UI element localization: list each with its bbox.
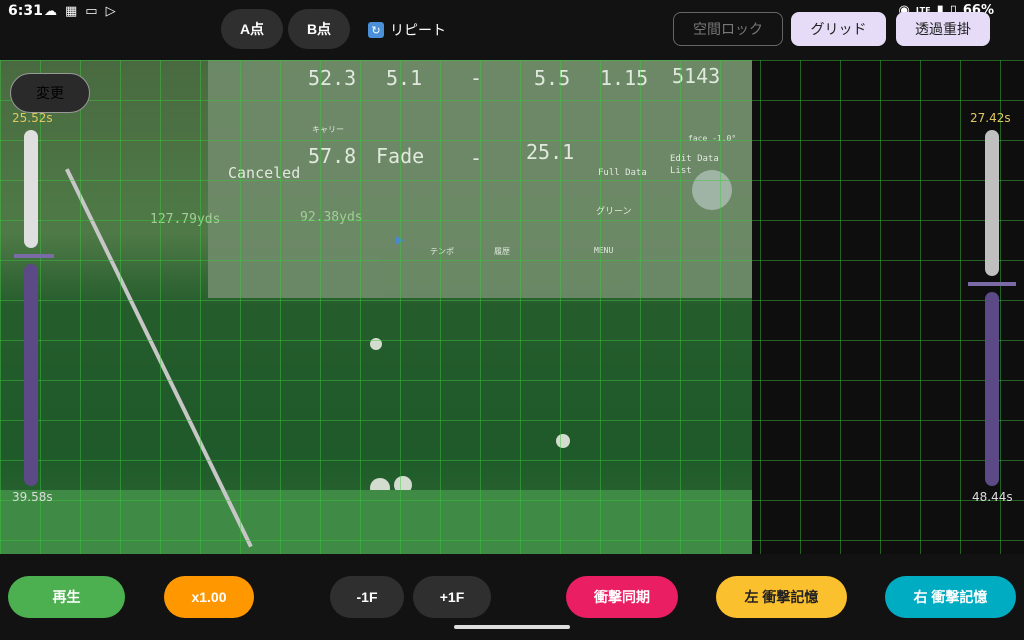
repeat-toggle[interactable]: ↻ リピート	[368, 20, 446, 40]
play-button[interactable]: 再生	[8, 576, 125, 618]
a-point-button[interactable]: A点	[221, 9, 283, 49]
grid-button[interactable]: グリッド	[791, 12, 886, 46]
repeat-icon: ↻	[368, 22, 384, 38]
space-lock-button[interactable]: 空間ロック	[673, 12, 783, 46]
empty-panel	[752, 60, 1024, 554]
left-slider-handle[interactable]	[14, 254, 54, 258]
minus-frame-button[interactable]: -1F	[330, 576, 404, 618]
b-point-button[interactable]: B点	[288, 9, 350, 49]
home-indicator[interactable]	[454, 625, 570, 629]
cloud-icon: ☁	[44, 4, 57, 19]
impact-sync-button[interactable]: 衝撃同期	[566, 576, 678, 618]
launch-monitor-screen: 52.3 5.1 - 5.5 1.15 5143 キャリー 57.8 Fade …	[150, 60, 752, 298]
left-bottom-time: 39.58s	[12, 490, 53, 504]
overlay-button[interactable]: 透過重掛	[896, 12, 990, 46]
left-slider-top[interactable]	[24, 130, 38, 248]
plus-frame-button[interactable]: +1F	[413, 576, 491, 618]
hitting-mat	[0, 490, 752, 554]
left-slider-bottom[interactable]	[24, 264, 38, 486]
cast-icon: ▭	[85, 4, 98, 19]
left-impact-memory-button[interactable]: 左 衝撃記憶	[716, 576, 847, 618]
status-time: 6:31	[8, 3, 43, 19]
right-slider-top[interactable]	[985, 130, 999, 276]
right-bottom-time: 48.44s	[972, 490, 1013, 504]
right-impact-memory-button[interactable]: 右 衝撃記憶	[885, 576, 1016, 618]
right-slider-bottom[interactable]	[985, 292, 999, 486]
screen-control-circle	[692, 170, 732, 210]
change-button[interactable]: 変更	[10, 73, 90, 113]
right-top-time: 27.42s	[970, 111, 1011, 125]
speed-button[interactable]: x1.00	[164, 576, 254, 618]
right-slider-handle[interactable]	[968, 282, 1016, 286]
left-top-time: 25.52s	[12, 111, 53, 125]
play-store-icon: ▷	[105, 4, 116, 19]
video-view[interactable]: 52.3 5.1 - 5.5 1.15 5143 キャリー 57.8 Fade …	[0, 60, 752, 554]
calendar-icon: ▦	[65, 4, 78, 19]
play-icon: ▶	[396, 232, 405, 248]
